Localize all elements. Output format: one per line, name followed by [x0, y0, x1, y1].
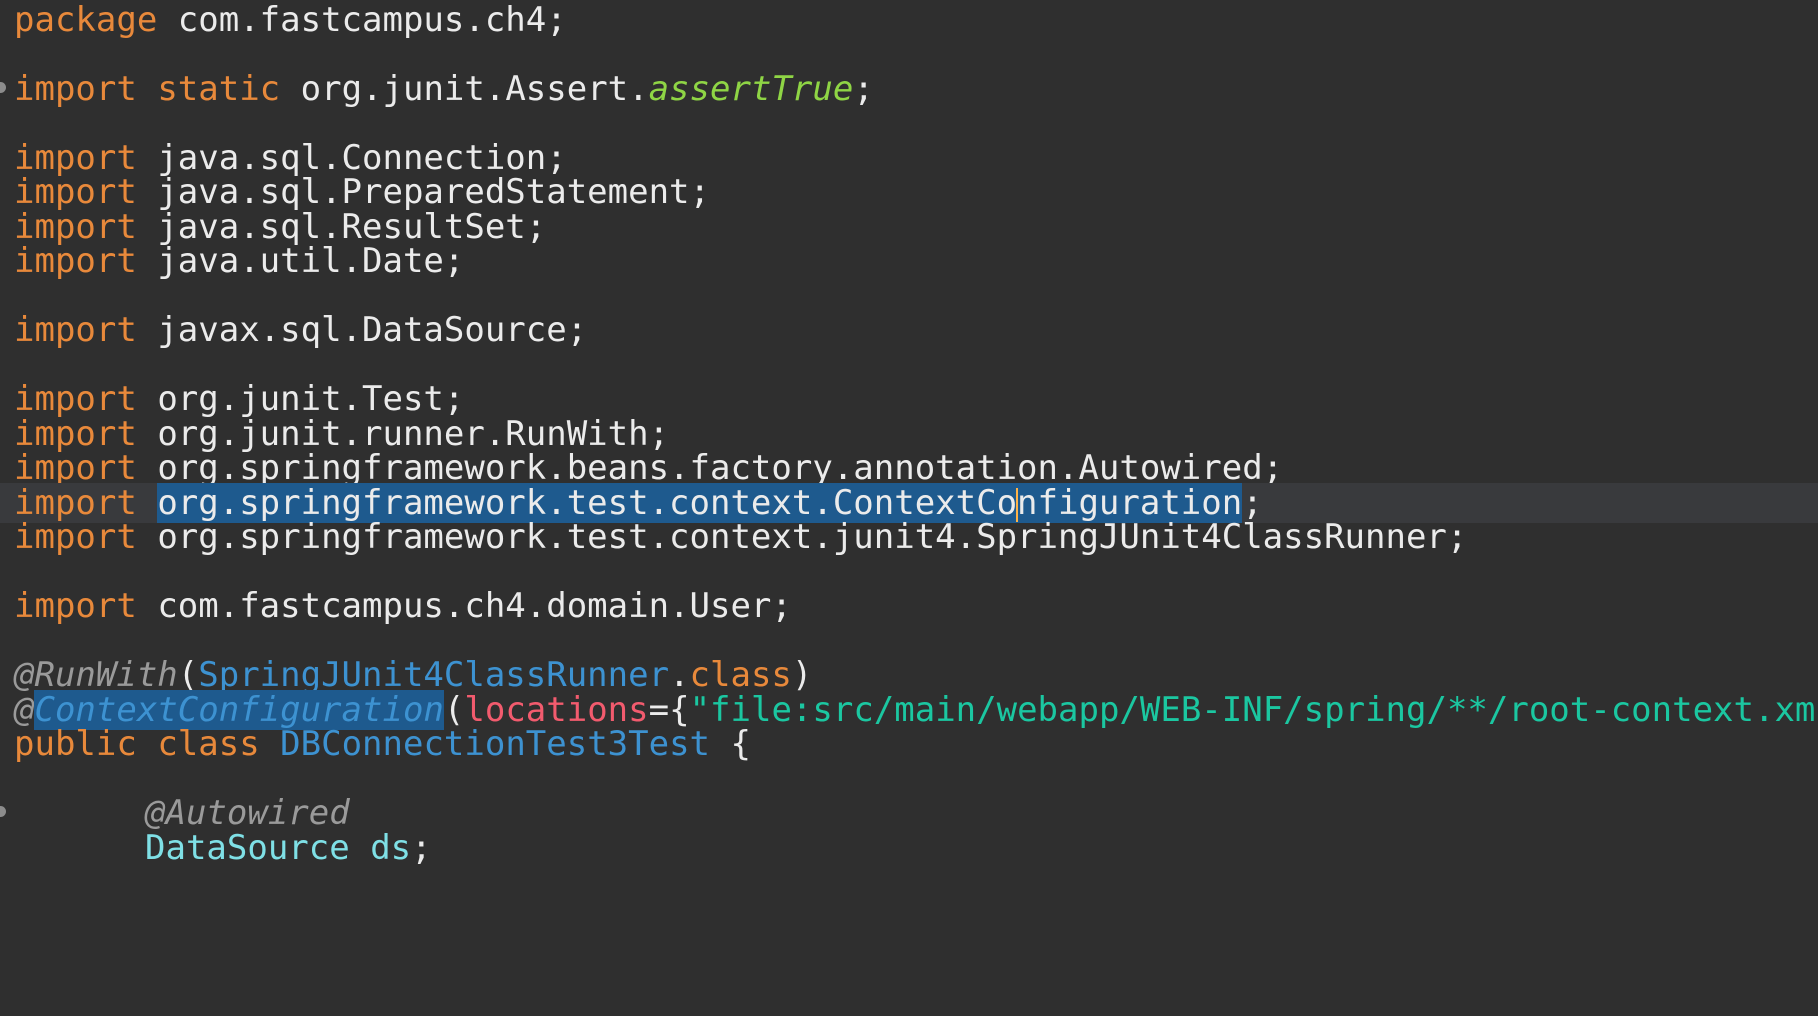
code-line-16[interactable]: public class DBConnectionTest3Test {: [0, 724, 1818, 764]
paren-close: ): [791, 655, 813, 695]
semicolon: ;: [411, 828, 432, 868]
fold-marker-icon[interactable]: [0, 806, 6, 817]
package-name: com.fastcampus.ch4;: [177, 0, 567, 40]
import-path: org.springframework.beans.factory.annota…: [157, 448, 1284, 488]
keyword-import: import: [14, 172, 137, 212]
keyword-package: package: [14, 0, 158, 40]
paren-open: (: [177, 655, 199, 695]
import-path: java.util.Date;: [157, 241, 465, 281]
import-path: org.springframework.test.context.junit4.…: [157, 517, 1468, 557]
code-line-12[interactable]: import org.springframework.test.context.…: [0, 517, 1818, 557]
code-line-10[interactable]: import org.springframework.beans.factory…: [0, 448, 1818, 488]
static-member: assertTrue: [648, 69, 854, 109]
import-path: com.fastcampus.ch4.domain.User;: [157, 586, 792, 626]
code-line-18[interactable]: DataSource ds;: [0, 828, 1818, 868]
semicolon: ;: [853, 69, 874, 109]
import-path: org.junit.Assert.: [300, 69, 649, 109]
keyword-class: class: [689, 655, 792, 695]
keyword-import: import: [14, 241, 137, 281]
class-name: DBConnectionTest3Test: [280, 724, 711, 764]
keyword-import: import: [14, 310, 137, 350]
annotation-runwith: @RunWith: [14, 655, 178, 695]
field-name: ds: [370, 828, 412, 868]
keyword-import: import: [14, 69, 137, 109]
keyword-static: static: [157, 69, 281, 109]
brace-open: {: [730, 724, 751, 764]
code-line-2[interactable]: import static org.junit.Assert.assertTru…: [0, 69, 1818, 109]
annotation-autowired: @Autowired: [145, 793, 350, 833]
code-line-6[interactable]: import java.util.Date;: [0, 241, 1818, 281]
runner-class: SpringJUnit4ClassRunner: [198, 655, 670, 695]
import-path: java.sql.PreparedStatement;: [157, 172, 710, 212]
field-type: DataSource: [145, 828, 350, 868]
code-line-13[interactable]: import com.fastcampus.ch4.domain.User;: [0, 586, 1818, 626]
code-line-14[interactable]: @RunWith(SpringJUnit4ClassRunner.class): [0, 655, 1818, 695]
code-line-7[interactable]: import javax.sql.DataSource;: [0, 310, 1818, 350]
code-line-1[interactable]: package com.fastcampus.ch4;: [0, 0, 1818, 40]
keyword-import: import: [14, 379, 137, 419]
keyword-class: class: [157, 724, 260, 764]
code-line-8[interactable]: import org.junit.Test;: [0, 379, 1818, 419]
code-line-4[interactable]: import java.sql.PreparedStatement;: [0, 172, 1818, 212]
import-path: org.junit.Test;: [157, 379, 465, 419]
import-path: javax.sql.DataSource;: [157, 310, 588, 350]
code-line-17[interactable]: @Autowired: [0, 793, 1818, 833]
keyword-import: import: [14, 448, 137, 488]
keyword-import: import: [14, 517, 137, 557]
code-editor[interactable]: package com.fastcampus.ch4; import stati…: [0, 0, 1818, 1016]
fold-marker-icon[interactable]: [0, 82, 6, 93]
keyword-public: public: [14, 724, 137, 764]
keyword-import: import: [14, 586, 137, 626]
dot: .: [669, 655, 690, 695]
